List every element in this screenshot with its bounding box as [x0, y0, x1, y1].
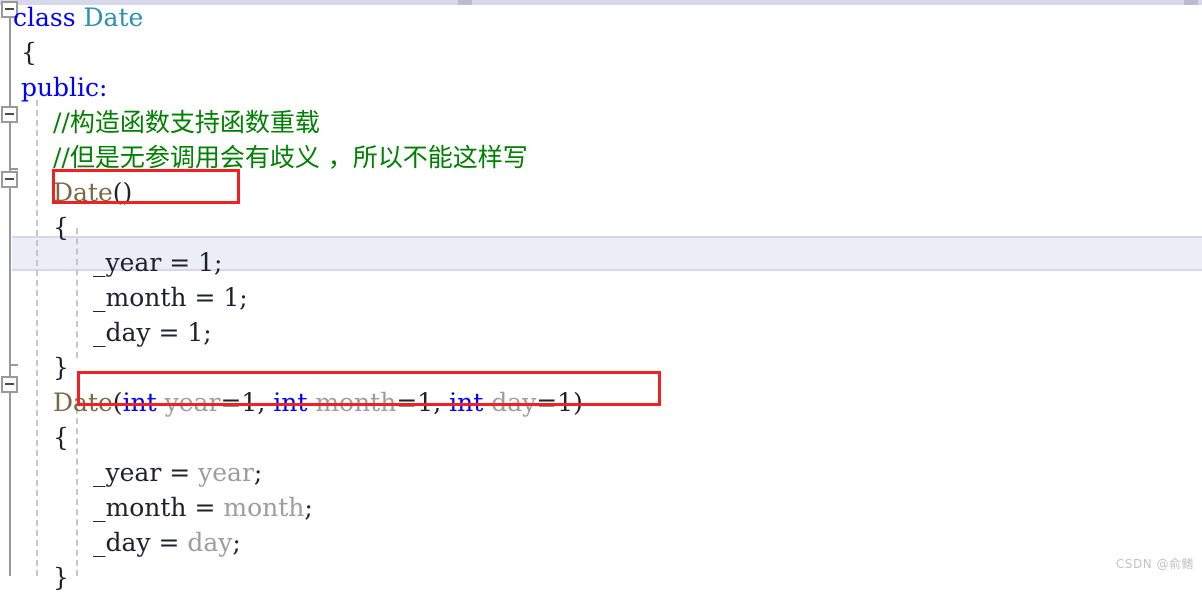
code-line[interactable]: _day = 1; — [93, 315, 212, 350]
code-text-layer[interactable]: class Date { public: //构造函数支持函数重载 //但是无参调用… — [0, 0, 1202, 592]
redbox-default-ctor — [52, 169, 240, 204]
code-line[interactable]: } — [53, 560, 69, 595]
code-token: { — [13, 38, 37, 67]
code-line[interactable]: _month = month; — [93, 490, 313, 525]
code-token: { — [53, 213, 69, 242]
code-token: _month = — [93, 493, 224, 522]
code-token: ; — [203, 318, 212, 347]
code-token: ; — [232, 528, 241, 557]
code-line[interactable]: } — [53, 350, 69, 385]
code-token: //构造函数支持函数重载 — [53, 108, 320, 137]
code-token: 1 — [187, 318, 204, 347]
code-token: _year = — [93, 248, 199, 277]
code-line[interactable]: //构造函数支持函数重载 — [53, 105, 320, 140]
code-line[interactable]: _day = day; — [93, 525, 241, 560]
code-token: day — [187, 528, 233, 557]
code-token: ; — [214, 248, 223, 277]
code-token: class — [13, 3, 76, 32]
code-token: { — [53, 423, 69, 452]
code-token: 1 — [198, 248, 215, 277]
code-token: Date — [83, 3, 144, 32]
code-line[interactable]: { — [13, 35, 37, 70]
redbox-param-ctor — [77, 371, 661, 406]
code-line[interactable]: public: — [13, 70, 108, 105]
code-token: year — [198, 458, 254, 487]
code-token: _year = — [93, 458, 199, 487]
code-editor[interactable]: class Date { public: //构造函数支持函数重载 //但是无参调用… — [0, 0, 1202, 592]
code-token: //但是无参调用会有歧义 ，所以不能这样写 — [53, 143, 528, 172]
code-line[interactable]: _year = year; — [93, 455, 262, 490]
csdn-watermark: CSDN @俞鳍 — [1115, 557, 1194, 571]
code-token: month — [223, 493, 305, 522]
code-line[interactable]: { — [53, 210, 69, 245]
code-line[interactable]: _month = 1; — [93, 280, 248, 315]
code-token: ; — [253, 458, 263, 487]
code-line[interactable]: { — [53, 420, 69, 455]
code-token: 1 — [223, 283, 240, 312]
code-token: _day = — [93, 318, 188, 347]
code-token: } — [53, 353, 69, 382]
code-token: ; — [304, 493, 313, 522]
code-token: _month = — [93, 283, 224, 312]
code-token: ; — [239, 283, 248, 312]
code-token: } — [53, 563, 69, 592]
code-line[interactable]: class Date — [13, 0, 143, 35]
code-token: _day = — [93, 528, 188, 557]
code-line[interactable]: _year = 1; — [93, 245, 222, 280]
code-token: public: — [13, 73, 108, 102]
